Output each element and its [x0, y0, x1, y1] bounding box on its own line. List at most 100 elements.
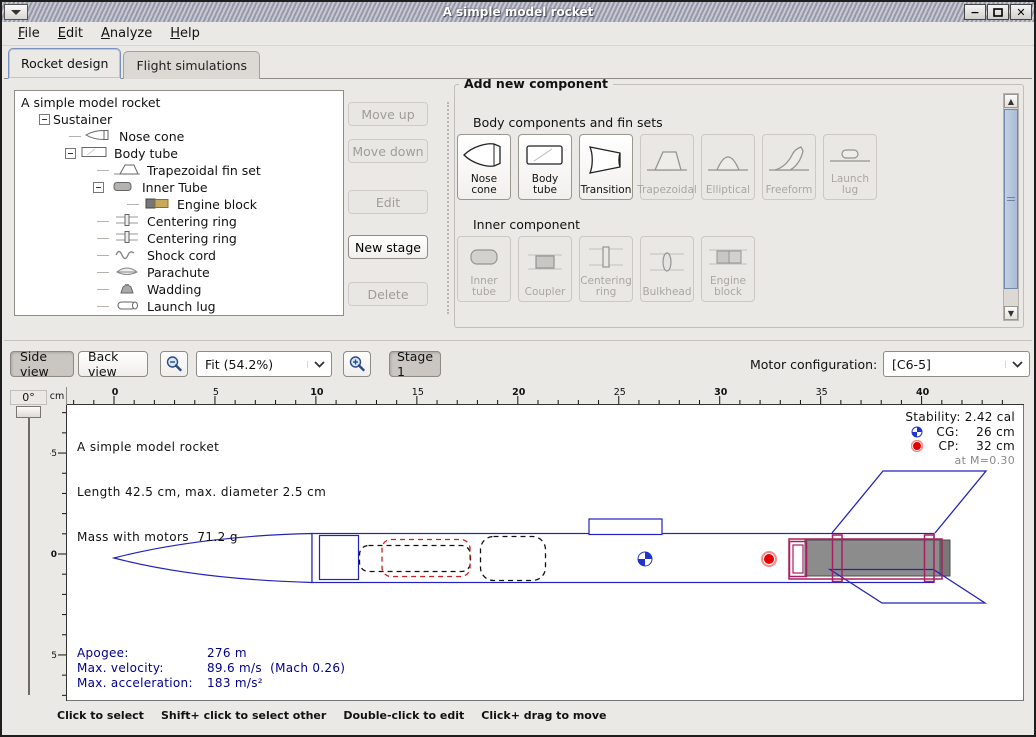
- rotation-angle-label: 0°: [10, 390, 47, 405]
- add-transition-button[interactable]: Transition: [579, 134, 633, 200]
- cp-value: 32 cm: [963, 439, 1015, 454]
- window-title: A simple model rocket: [2, 5, 1034, 19]
- add-centering-ring-button[interactable]: Centering ring: [579, 236, 633, 302]
- motor-configuration-label: Motor configuration:: [750, 351, 877, 377]
- back-view-button[interactable]: Back view: [78, 351, 148, 377]
- openrocket-window: A simple model rocket − ✕ File Edit Anal…: [0, 0, 1036, 737]
- tree-row-shock-cord[interactable]: Shock cord: [15, 247, 343, 264]
- zoom-level-select[interactable]: Fit (54.2%): [196, 351, 332, 377]
- menu-analyze[interactable]: Analyze: [93, 24, 160, 43]
- cg-legend-icon: [911, 426, 923, 438]
- maximize-button[interactable]: [987, 4, 1009, 20]
- hint-shift-click: Shift+ click to select other: [161, 709, 326, 722]
- status-bar: Click to select Shift+ click to select o…: [57, 709, 606, 722]
- coupler-icon: [522, 237, 568, 287]
- add-bulkhead-button[interactable]: Bulkhead: [640, 236, 694, 302]
- scroll-down-icon[interactable]: ▼: [1004, 306, 1018, 320]
- new-stage-button[interactable]: New stage: [348, 235, 428, 259]
- tree-row-nose-cone[interactable]: Nose cone: [15, 128, 343, 145]
- add-launch-lug-button[interactable]: Launch lug: [823, 134, 877, 200]
- fin-top-outline[interactable]: [832, 471, 986, 533]
- launch-lug-icon: [112, 298, 142, 315]
- launch-lug-outline[interactable]: [589, 519, 662, 535]
- move-up-button[interactable]: Move up: [348, 102, 428, 126]
- tab-rocket-design[interactable]: Rocket design: [8, 48, 121, 79]
- tree-row-centering-ring-2[interactable]: Centering ring: [15, 230, 343, 247]
- motor-configuration-select[interactable]: [C6-5]: [883, 351, 1030, 377]
- component-scrollbar[interactable]: ▲ ▼: [1003, 93, 1019, 321]
- svg-text:25: 25: [614, 387, 626, 398]
- tree-row-centering-ring-1[interactable]: Centering ring: [15, 213, 343, 230]
- tree-row-sustainer[interactable]: Sustainer: [15, 111, 343, 128]
- collapse-icon[interactable]: [39, 114, 50, 125]
- close-button[interactable]: ✕: [1010, 4, 1032, 20]
- panel-separator: [447, 102, 449, 314]
- main-tabs: Rocket design Flight simulations: [8, 48, 260, 79]
- add-engine-block-button[interactable]: Engine block: [701, 236, 755, 302]
- motor-body[interactable]: [805, 540, 950, 576]
- delete-button[interactable]: Delete: [348, 282, 428, 306]
- cg-value: 26 cm: [963, 425, 1015, 440]
- tree-row-wadding[interactable]: Wadding: [15, 281, 343, 298]
- svg-text:-5: -5: [50, 449, 57, 459]
- zoom-in-icon: [348, 355, 366, 373]
- tree-label: Inner Tube: [142, 180, 208, 195]
- collapse-icon[interactable]: [65, 148, 76, 159]
- tree-row-body-tube[interactable]: Body tube: [15, 145, 343, 162]
- max-acceleration-value: 183 m/s²: [207, 676, 263, 691]
- centering-ring-icon: [112, 213, 142, 230]
- add-elliptical-fin-button[interactable]: Elliptical: [701, 134, 755, 200]
- stage-1-toggle[interactable]: Stage 1: [389, 351, 441, 377]
- menu-help[interactable]: Help: [162, 24, 208, 43]
- rocket-dimensions-line: Length 42.5 cm, max. diameter 2.5 cm: [77, 485, 326, 500]
- centering-ring-icon: [583, 237, 629, 276]
- tree-row-parachute[interactable]: Parachute: [15, 264, 343, 281]
- menu-file[interactable]: File: [10, 24, 48, 43]
- tab-flight-simulations[interactable]: Flight simulations: [123, 51, 260, 79]
- chevron-down-icon: [307, 361, 331, 368]
- inner-component-label: Inner component: [473, 217, 580, 232]
- rocket-figure-canvas[interactable]: A simple model rocket Length 42.5 cm, ma…: [67, 405, 1024, 701]
- max-acceleration-label: Max. acceleration:: [77, 676, 207, 691]
- body-components-label: Body components and fin sets: [473, 115, 663, 130]
- add-body-tube-button[interactable]: Body tube: [518, 134, 572, 200]
- rocket-mass-line: Mass with motors 71.2 g: [77, 530, 326, 545]
- menu-edit[interactable]: Edit: [50, 24, 91, 43]
- tree-label: Sustainer: [53, 112, 112, 127]
- zoom-in-button[interactable]: [343, 351, 371, 377]
- tree-row-fin-set[interactable]: Trapezoidal fin set: [15, 162, 343, 179]
- tree-row-inner-tube[interactable]: Inner Tube: [15, 179, 343, 196]
- zoom-out-button[interactable]: [160, 351, 188, 377]
- inner-tube-icon: [107, 179, 137, 196]
- add-inner-tube-button[interactable]: Inner tube: [457, 236, 511, 302]
- rotation-slider-handle[interactable]: [16, 406, 41, 418]
- elliptical-fin-icon: [705, 135, 751, 185]
- scroll-up-icon[interactable]: ▲: [1004, 94, 1018, 108]
- add-trapezoidal-fin-button[interactable]: Trapezoidal: [640, 134, 694, 200]
- tree-row-engine-block[interactable]: Engine block: [15, 196, 343, 213]
- add-nose-cone-button[interactable]: Nose cone: [457, 134, 511, 200]
- stability-info: Stability: 2.42 cal CG: 26 cm CP: 32 cm …: [905, 410, 1015, 468]
- tree-row-rocket[interactable]: A simple model rocket: [15, 94, 343, 111]
- toolbar-divider: [4, 340, 1032, 341]
- chevron-down-icon: [1005, 361, 1029, 368]
- tree-label: Engine block: [177, 197, 257, 212]
- scrollbar-thumb[interactable]: [1004, 109, 1018, 289]
- tree-label: Launch lug: [147, 299, 216, 314]
- edit-button[interactable]: Edit: [348, 190, 428, 214]
- cg-label: CG:: [927, 425, 959, 440]
- tree-row-launch-lug[interactable]: Launch lug: [15, 298, 343, 315]
- max-velocity-value: 89.6 m/s (Mach 0.26): [207, 661, 345, 676]
- rotation-slider-track[interactable]: [28, 410, 30, 695]
- svg-text:20: 20: [512, 387, 526, 398]
- minimize-button[interactable]: −: [964, 4, 986, 20]
- menu-bar: File Edit Analyze Help: [2, 22, 1034, 46]
- side-view-button[interactable]: Side view: [10, 351, 74, 377]
- move-down-button[interactable]: Move down: [348, 139, 428, 163]
- collapse-icon[interactable]: [93, 182, 104, 193]
- rocket-info-text: A simple model rocket Length 42.5 cm, ma…: [77, 410, 326, 575]
- add-coupler-button[interactable]: Coupler: [518, 236, 572, 302]
- trapezoidal-fin-icon: [112, 162, 142, 179]
- add-freeform-fin-button[interactable]: Freeform: [762, 134, 816, 200]
- svg-text:30: 30: [714, 387, 728, 398]
